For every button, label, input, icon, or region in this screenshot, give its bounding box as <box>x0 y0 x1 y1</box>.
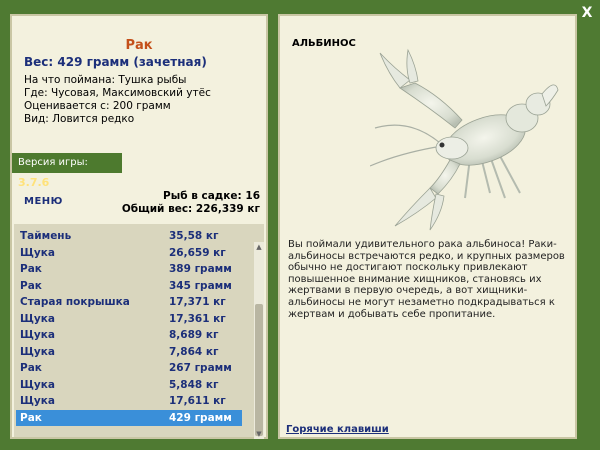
catch-row-name: Рак <box>20 263 42 275</box>
catch-row-weight: 7,864 кг <box>169 345 219 358</box>
catch-row-weight: 345 грамм <box>169 279 232 292</box>
fish-description: Вы поймали удивительного рака альбиноса!… <box>288 239 565 320</box>
catch-row[interactable]: Щука 17,611 кг <box>16 393 242 410</box>
fish-rarity: Вид: Ловится редко <box>24 113 135 125</box>
catch-row-name: Щука <box>20 395 55 407</box>
fish-name: Рак <box>125 38 153 53</box>
version-label: Версия игры: <box>18 157 88 168</box>
catch-row-weight: 17,361 кг <box>169 312 226 325</box>
catch-row-name: Щука <box>20 345 55 358</box>
catch-row-weight: 267 грамм <box>169 362 232 374</box>
catch-row-weight: 8,689 кг <box>169 329 219 341</box>
fish-value: Оценивается с: 200 грамм <box>24 100 171 112</box>
scroll-down-icon[interactable]: ▼ <box>256 431 262 438</box>
version-badge: Версия игры: 3.7.6 <box>12 153 122 189</box>
close-button[interactable]: X <box>578 4 596 22</box>
catch-row-name: Старая покрышка <box>20 296 130 308</box>
catch-row[interactable]: Щука 7,864 кг <box>16 344 242 361</box>
catch-row-weight: 17,611 кг <box>169 395 226 407</box>
fish-bait: На что поймана: Тушка рыбы <box>24 74 187 86</box>
catch-row[interactable]: Таймень 35,58 кг <box>16 228 242 245</box>
catch-row[interactable]: Рак 345 грамм <box>16 278 242 295</box>
catch-list: Таймень 35,58 кг Щука 26,659 кг Рак 389 грамм… <box>16 228 242 426</box>
scroll-up-icon[interactable]: ▲ <box>256 244 262 251</box>
fish-kind-title: АЛЬБИНОС <box>292 38 356 49</box>
scroll-thumb[interactable] <box>255 304 263 436</box>
catch-row-name: Рак <box>20 362 42 374</box>
catch-row-weight: 17,371 кг <box>169 296 226 308</box>
catch-row-name: Рак <box>20 279 42 292</box>
catch-row-weight: 5,848 кг <box>169 378 219 391</box>
catch-row-name: Таймень <box>20 230 72 242</box>
fish-location: Где: Чусовая, Максимовский утёс <box>24 87 211 99</box>
catch-row[interactable]: Щука 26,659 кг <box>16 245 242 262</box>
catch-list-scrollbar[interactable]: ▲ ▼ <box>254 242 264 439</box>
catch-row[interactable]: Щука 5,848 кг <box>16 377 242 394</box>
catch-row[interactable]: Щука 17,361 кг <box>16 311 242 328</box>
total-weight: Общий вес: 226,339 кг <box>121 203 260 215</box>
fish-detail-panel: АЛЬБИНОС Вы поймали удивительного рака а… <box>278 14 577 439</box>
fish-weight: Вес: 429 грамм (зачетная) <box>24 55 207 69</box>
menu-button[interactable]: МЕНЮ <box>24 196 63 207</box>
version-number: 3.7.6 <box>18 176 50 189</box>
catch-row[interactable]: Старая покрышка 17,371 кг <box>16 294 242 311</box>
catch-row-name: Рак <box>20 411 42 424</box>
catch-row[interactable]: Рак 389 грамм <box>16 261 242 278</box>
catch-row-name: Щука <box>20 329 55 341</box>
catch-row-name: Щука <box>20 246 55 259</box>
catch-list-area: Таймень 35,58 кг Щука 26,659 кг Рак 389 грамм… <box>14 224 264 437</box>
cage-stats: Рыб в садке: 16 Общий вес: 226,339 кг <box>122 190 260 216</box>
catch-row-weight: 35,58 кг <box>169 230 219 242</box>
catch-row-name: Щука <box>20 378 55 391</box>
fish-count: Рыб в садке: 16 <box>163 190 260 202</box>
catch-row[interactable]: Щука 8,689 кг <box>16 327 242 344</box>
catch-info-panel: Рак Вес: 429 грамм (зачетная) На что пой… <box>10 14 268 439</box>
catch-row-weight: 429 грамм <box>169 411 232 424</box>
catch-row[interactable]: Рак 267 грамм <box>16 360 242 377</box>
hotkeys-link[interactable]: Горячие клавиши <box>286 424 389 435</box>
catch-row-weight: 389 грамм <box>169 263 232 275</box>
catch-row[interactable]: Рак 429 грамм <box>16 409 242 426</box>
catch-row-name: Щука <box>20 312 55 325</box>
catch-row-weight: 26,659 кг <box>169 246 226 259</box>
albino-crayfish-image <box>370 48 559 231</box>
